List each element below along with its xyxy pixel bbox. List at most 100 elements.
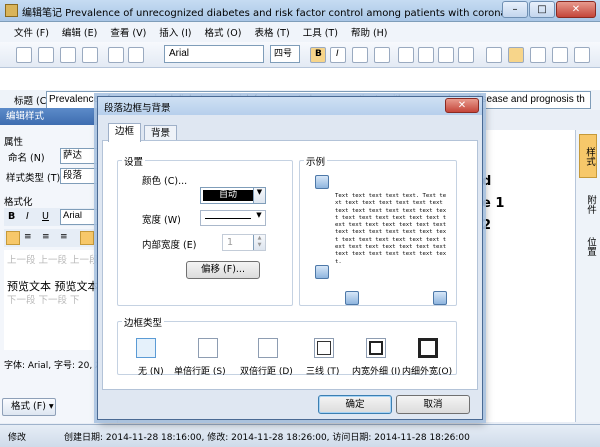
- panel-bold-icon[interactable]: B: [8, 211, 15, 222]
- format-dropdown-button[interactable]: 格式 (F) ▾: [2, 398, 56, 416]
- doc-line-3: 2: [482, 218, 492, 233]
- preview-sample-text: Text text text text text. Text text text…: [335, 193, 447, 265]
- border-left-toggle[interactable]: [345, 291, 359, 305]
- window-title: 编辑笔记 Prevalence of unrecognized diabetes…: [22, 8, 502, 19]
- font-info-text: 字体: Arial, 字号: 20, 左: [4, 361, 105, 371]
- border-thick-inside-icon[interactable]: [366, 338, 386, 358]
- cancel-button[interactable]: 取消: [396, 395, 470, 414]
- border-thick-outside-icon[interactable]: [418, 338, 438, 358]
- list-icon[interactable]: [486, 47, 502, 63]
- status-dates: 创建日期: 2014-11-28 18:16:00, 修改: 2014-11-2…: [64, 433, 470, 443]
- props-section-title: 属性: [4, 137, 24, 148]
- spacing-icon[interactable]: [80, 231, 94, 245]
- inner-width-spinner[interactable]: 1 ▲ ▼: [222, 234, 266, 251]
- border-thick-outside-label[interactable]: 内细外宽(O): [402, 364, 452, 377]
- justify-icon[interactable]: [458, 47, 474, 63]
- menu-insert[interactable]: 插入 (I): [159, 25, 191, 39]
- align-right-icon[interactable]: [438, 47, 454, 63]
- format-button-label: 格式 (F): [11, 401, 46, 412]
- bold-label: B: [315, 49, 322, 59]
- inner-width-value: 1: [227, 237, 234, 248]
- border-triple-icon[interactable]: [314, 338, 334, 358]
- status-bar: 修改 创建日期: 2014-11-28 18:16:00, 修改: 2014-1…: [0, 424, 600, 447]
- save-as-icon[interactable]: [38, 47, 54, 63]
- maximize-button[interactable]: □: [529, 1, 555, 18]
- settings-title: 设置: [122, 154, 146, 168]
- grid-icon[interactable]: [552, 47, 568, 63]
- window-titlebar: 编辑笔记 Prevalence of unrecognized diabetes…: [0, 0, 600, 22]
- align-left-icon[interactable]: [6, 231, 20, 245]
- menu-edit[interactable]: 编辑 (E): [62, 25, 97, 39]
- border-type-group: 边框类型 无 (N) 单倍行距 (S) 双倍行距 (D) 三线 (T) 内宽外细…: [117, 315, 457, 377]
- menu-view[interactable]: 查看 (V): [110, 25, 146, 39]
- ok-button[interactable]: 确定: [318, 395, 392, 414]
- more-icon[interactable]: [574, 47, 590, 63]
- menu-file[interactable]: 文件 (F): [14, 25, 49, 39]
- tab-location[interactable]: 位置: [579, 226, 597, 266]
- export-icon[interactable]: [60, 47, 76, 63]
- panel-underline-icon[interactable]: U: [42, 211, 49, 222]
- align-left-icon[interactable]: [398, 47, 414, 63]
- offset-button[interactable]: 偏移 (F)...: [186, 261, 260, 279]
- border-single-icon[interactable]: [198, 338, 218, 358]
- tab-attachments[interactable]: 附件: [579, 184, 597, 224]
- document-pane[interactable]: d e 1 2: [480, 130, 575, 422]
- align-right-icon[interactable]: ≡: [42, 232, 50, 242]
- menu-format[interactable]: 格式 (O): [205, 25, 242, 39]
- color-label[interactable]: 颜色 (C)...: [142, 173, 187, 187]
- italic-label: I: [336, 49, 339, 59]
- status-mode: 修改: [8, 433, 27, 443]
- menu-help[interactable]: 帮助 (H): [351, 25, 388, 39]
- border-triple-label[interactable]: 三线 (T): [306, 364, 339, 377]
- settings-group: 设置 颜色 (C)... 自动 ▼ 宽度 (W) ▼ 内部宽度 (E) 1 ▲ ▼…: [117, 154, 293, 306]
- bold-button[interactable]: B: [310, 47, 326, 63]
- justify-icon[interactable]: ≡: [60, 232, 68, 242]
- border-none-label[interactable]: 无 (N): [138, 364, 164, 377]
- line-width-sample: [205, 218, 251, 219]
- tab-border[interactable]: 边框: [108, 123, 142, 142]
- border-bottom-toggle[interactable]: [315, 265, 329, 279]
- font-color-icon[interactable]: [374, 47, 390, 63]
- width-select[interactable]: ▼: [200, 210, 266, 226]
- color-swatch: 自动: [203, 190, 253, 201]
- border-icon[interactable]: [530, 47, 546, 63]
- right-sidebar: 样式 附件 位置: [575, 130, 600, 422]
- border-double-icon[interactable]: [258, 338, 278, 358]
- preview-icon[interactable]: [128, 47, 144, 63]
- align-center-icon[interactable]: [418, 47, 434, 63]
- border-top-toggle[interactable]: [315, 175, 329, 189]
- dialog-close-button[interactable]: ✕: [445, 98, 479, 113]
- app-icon: [5, 4, 18, 17]
- font-size-select[interactable]: 四号: [270, 45, 300, 63]
- menu-tools[interactable]: 工具 (T): [303, 25, 338, 39]
- doc-line-1: d: [482, 174, 492, 189]
- border-right-toggle[interactable]: [433, 291, 447, 305]
- panel-italic-icon[interactable]: I: [26, 211, 29, 222]
- color-select[interactable]: 自动 ▼: [200, 187, 266, 204]
- properties-icon[interactable]: [82, 47, 98, 63]
- note-title-label: 标题 (C): [14, 96, 51, 107]
- save-icon[interactable]: [16, 47, 32, 63]
- print-icon[interactable]: [108, 47, 124, 63]
- border-double-label[interactable]: 双倍行距 (D): [240, 364, 293, 377]
- width-label: 宽度 (W): [142, 215, 181, 226]
- menu-table[interactable]: 表格 (T): [254, 25, 289, 39]
- border-thick-inside-label[interactable]: 内宽外细 (I): [352, 364, 401, 377]
- align-center-icon[interactable]: ≡: [24, 232, 32, 242]
- tab-styles[interactable]: 样式: [579, 134, 597, 178]
- preview-next-paragraph: 下一段 下一段 下: [7, 295, 80, 306]
- minimize-button[interactable]: –: [502, 1, 528, 18]
- border-none-icon[interactable]: [136, 338, 156, 358]
- chevron-down-icon: ▼: [253, 188, 265, 203]
- spinner-arrows-icon[interactable]: ▲ ▼: [253, 235, 265, 250]
- underline-icon[interactable]: [352, 47, 368, 63]
- tab-background[interactable]: 背景: [144, 125, 178, 141]
- border-single-label[interactable]: 单倍行距 (S): [174, 364, 226, 377]
- editor-area[interactable]: [0, 68, 600, 92]
- close-button[interactable]: ✕: [556, 1, 596, 18]
- italic-button[interactable]: I: [330, 47, 346, 63]
- doc-line-2: e 1: [482, 196, 505, 211]
- table-icon[interactable]: [508, 47, 524, 63]
- font-family-select[interactable]: Arial: [164, 45, 264, 63]
- dialog-tab-content: 设置 颜色 (C)... 自动 ▼ 宽度 (W) ▼ 内部宽度 (E) 1 ▲ ▼…: [102, 140, 478, 390]
